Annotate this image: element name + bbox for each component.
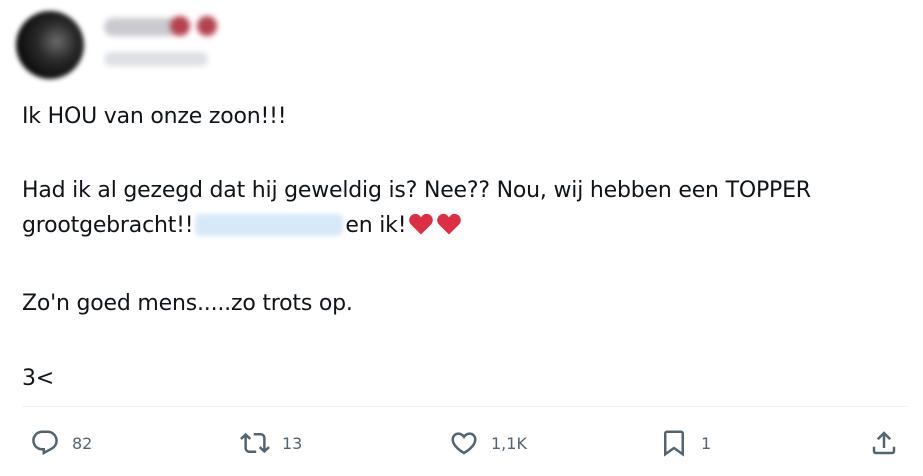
heart-emoji bbox=[437, 213, 462, 235]
tweet-text-line: Ik HOU van onze zoon!!! bbox=[22, 104, 287, 129]
name-emoji-redacted bbox=[197, 16, 217, 36]
tweet-text-line: grootgebracht!! en ik! bbox=[22, 211, 462, 241]
like-button[interactable]: 1,1K bbox=[449, 426, 527, 460]
reply-icon bbox=[32, 430, 58, 456]
bookmark-count: 1 bbox=[701, 433, 712, 453]
bookmark-button[interactable]: 1 bbox=[659, 426, 711, 460]
retweet-button[interactable]: 13 bbox=[240, 426, 302, 460]
share-button[interactable] bbox=[869, 426, 899, 460]
tweet: Ik HOU van onze zoon!!! Had ik al gezegd… bbox=[0, 0, 923, 476]
heart-icon bbox=[451, 432, 477, 455]
tweet-text-line: Had ik al gezegd dat hij geweldig is? Ne… bbox=[22, 178, 811, 203]
display-name-redacted[interactable] bbox=[104, 18, 178, 36]
mention-link-redacted[interactable] bbox=[195, 214, 344, 236]
tweet-text-segment: grootgebracht!! bbox=[22, 213, 194, 238]
retweet-count: 13 bbox=[282, 433, 303, 453]
name-emoji-redacted bbox=[170, 16, 190, 36]
bookmark-icon bbox=[664, 430, 684, 457]
reply-button[interactable]: 82 bbox=[30, 426, 92, 460]
share-icon bbox=[872, 431, 896, 455]
heart-emoji bbox=[409, 213, 434, 235]
retweet-icon bbox=[240, 432, 270, 454]
tweet-text-line: Zo'n goed mens.....zo trots op. bbox=[22, 291, 353, 316]
avatar[interactable] bbox=[16, 11, 84, 79]
tweet-text-line: 3< bbox=[22, 366, 55, 391]
username-redacted[interactable] bbox=[104, 52, 208, 66]
tweet-text-segment: en ik! bbox=[345, 213, 407, 238]
reply-count: 82 bbox=[72, 433, 93, 453]
divider bbox=[22, 406, 908, 407]
like-count: 1,1K bbox=[491, 433, 527, 453]
